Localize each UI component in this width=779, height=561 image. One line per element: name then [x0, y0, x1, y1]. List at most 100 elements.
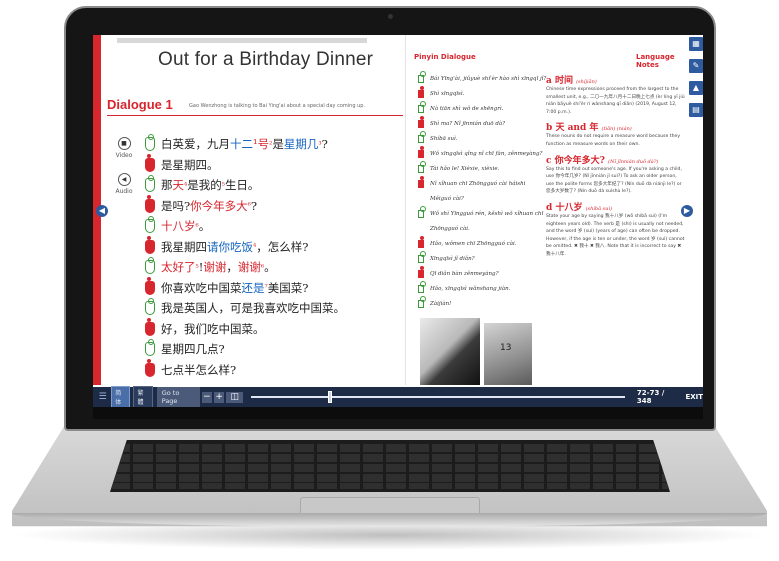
dialogue-line[interactable]: 那天 ⁴ 是我的 ⁵ 生日。	[145, 175, 259, 194]
dialogue-line[interactable]: 星期四几点?	[145, 339, 225, 358]
audio-icon[interactable]: ◀	[117, 173, 131, 186]
dialogue-line[interactable]: 十八岁 ⁶。	[145, 216, 211, 235]
dialogue-text: 。	[198, 219, 211, 233]
dialogue-heading: Dialogue 1	[107, 97, 173, 112]
photo-calendar: 13	[484, 323, 532, 385]
dialogue-line[interactable]: 白英爱，九月 十二 ¹号 ² 是星期几 ³?	[145, 134, 328, 153]
video-label: Video	[115, 152, 133, 159]
dialogue-text: 十二	[230, 137, 253, 151]
male-speaker-icon	[418, 90, 424, 98]
right-page: Pinyin Dialogue Language Notes Bái Yīng'…	[405, 35, 690, 385]
dialogue-text: ?	[321, 137, 328, 151]
male-speaker-icon	[418, 270, 424, 278]
pinyin-line: Hǎo, xīngqīsì wǎnshang jiàn.	[418, 285, 510, 293]
dialogue-text: 。	[264, 260, 276, 274]
photo-student	[420, 318, 480, 385]
pinyin-text: Hǎo, xīngqīsì wǎnshang jiàn.	[430, 286, 511, 292]
pinyin-line: Tài hǎo le! Xièxie, xièxie.	[418, 165, 499, 173]
audio-label: Audio	[115, 188, 133, 195]
clipboard-icon[interactable]: ▤	[689, 103, 703, 117]
note-letter: c	[546, 155, 555, 166]
dialogue-text: 请你吃饭	[207, 239, 253, 254]
female-speaker-icon[interactable]	[145, 257, 155, 274]
female-speaker-icon[interactable]	[145, 175, 155, 192]
dialogue-line[interactable]: 你喜欢吃中国菜 还是 ⁷ 美国菜?	[145, 276, 308, 297]
mortarboard-icon[interactable]: ▲	[689, 81, 703, 95]
male-speaker-icon[interactable]	[145, 358, 155, 377]
photo-calendar-label: 13	[500, 343, 512, 353]
simplified-button[interactable]: 简体	[111, 386, 131, 408]
dialogue-line[interactable]: 是吗? 你今年多大 ⁶?	[145, 194, 257, 215]
dialogue-text: 谢谢	[203, 260, 227, 274]
dialogue-line[interactable]: 我是英国人，可是我喜欢吃中国菜。	[145, 298, 345, 317]
pinyin-text: Qī diǎn bàn zěnmeyàng?	[430, 271, 499, 277]
male-speaker-icon	[418, 180, 424, 188]
prev-page-arrow-icon[interactable]: ◀	[96, 205, 108, 217]
video-control[interactable]: ■ Video	[109, 137, 139, 159]
dialogue-text: 好，我们吃中国菜。	[161, 321, 265, 336]
note-term-pinyin: (shíjiān)	[576, 79, 597, 85]
dialogue-text: 你喜欢吃中国菜	[161, 280, 242, 295]
pinyin-text: Bái Yīng'ài, jiǔyuè shí'èr hào shì xīngq…	[430, 76, 547, 82]
note-term-pinyin: (Nǐ jīnnián duō dà?)	[608, 158, 659, 165]
dialogue-text: 星期四几点?	[161, 342, 225, 356]
pinyin-line: Nà tiān shì wǒ de shēngrì.	[418, 105, 503, 113]
female-speaker-icon[interactable]	[145, 216, 155, 233]
note-text: Say this to find out someone's age. If y…	[546, 166, 682, 195]
traditional-button[interactable]: 繁體	[133, 386, 153, 408]
left-page: Out for a Birthday Dinner Dialogue 1 Gao…	[103, 35, 405, 385]
pen-icon[interactable]: ✎	[689, 59, 703, 73]
page-slider-knob[interactable]	[327, 391, 332, 403]
male-speaker-icon[interactable]	[145, 235, 155, 254]
dialogue-line[interactable]: 是星期四。	[145, 153, 219, 174]
female-speaker-icon[interactable]	[145, 339, 155, 356]
pinyin-text: Hǎo, wǒmen chī Zhōngguó cài.	[430, 241, 517, 247]
female-speaker-icon[interactable]	[145, 298, 155, 315]
menu-icon[interactable]: ☰	[97, 391, 108, 403]
pinyin-text: Wǒ xīngqīsì qǐng nǐ chī fàn, zěnmeyàng?	[430, 151, 543, 157]
female-speaker-icon[interactable]	[145, 134, 155, 151]
page-title: Out for a Birthday Dinner	[158, 49, 374, 70]
video-icon[interactable]: ■	[117, 137, 131, 150]
female-speaker-icon	[418, 105, 424, 113]
dialogue-line[interactable]: 好，我们吃中国菜。	[145, 317, 265, 338]
dialogue-line[interactable]: 太好了 ⁵! 谢谢，谢谢 ⁶。	[145, 257, 276, 276]
pinyin-line: Bái Yīng'ài, jiǔyuè shí'èr hào shì xīngq…	[418, 75, 546, 83]
female-speaker-icon	[418, 210, 424, 218]
exit-button[interactable]: EXIT	[685, 393, 703, 401]
dialogue-text: 谢谢	[237, 260, 261, 274]
male-speaker-icon[interactable]	[145, 317, 155, 336]
calculator-icon[interactable]: ▦	[689, 37, 703, 51]
dialogue-text: 我是英国人，可是我喜欢吃中国菜。	[161, 301, 345, 315]
note-text: Chinese time expressions proceed from th…	[546, 87, 685, 115]
dialogue-text: ，	[226, 260, 238, 274]
pinyin-text: Shì ma? Nǐ jīnnián duō dà?	[430, 121, 506, 127]
note-term: 天 and 年	[555, 123, 602, 134]
go-to-page-button[interactable]: Go to Page	[156, 387, 200, 407]
zoom-in-button[interactable]: +	[214, 391, 225, 403]
next-page-arrow-icon[interactable]: ▶	[681, 205, 693, 217]
pinyin-line: Wǒ xīngqīsì qǐng nǐ chī fàn, zěnmeyàng?	[418, 150, 542, 158]
page-slider[interactable]	[251, 391, 625, 403]
female-speaker-icon	[418, 165, 424, 173]
note-term-pinyin: (tiān) (nián)	[601, 126, 632, 133]
page-slider-fill	[251, 396, 330, 398]
pinyin-line: Shì xīngqīsì.	[418, 90, 464, 98]
dialogue-text: ，怎么样?	[256, 239, 309, 254]
male-speaker-icon[interactable]	[145, 276, 155, 295]
male-speaker-icon[interactable]	[145, 194, 155, 213]
pinyin-line: Nǐ xǐhuan chī Zhōngguó cài háishi	[418, 180, 525, 188]
female-speaker-icon	[418, 285, 424, 293]
pinyin-text: Xīngqīsì jǐ diǎn?	[430, 256, 475, 262]
male-speaker-icon[interactable]	[145, 153, 155, 172]
pinyin-text: Nǐ xǐhuan chī Zhōngguó cài háishi	[430, 181, 526, 187]
dialogue-line[interactable]: 我星期四 请你吃饭 ⁴ ，怎么样?	[145, 235, 309, 256]
dialogue-text: 是我的	[187, 178, 222, 192]
ebook-screen: Out for a Birthday Dinner Dialogue 1 Gao…	[93, 35, 703, 419]
dialogue-text: 你今年多大	[190, 198, 248, 213]
audio-control[interactable]: ◀ Audio	[109, 173, 139, 195]
note-heading: c 你今年多大? (Nǐ jīnnián duō dà?)	[546, 153, 686, 166]
dialogue-line[interactable]: 七点半怎么样?	[145, 358, 236, 379]
two-page-view-icon[interactable]: ◫	[226, 391, 244, 403]
zoom-out-button[interactable]: −	[201, 391, 213, 403]
